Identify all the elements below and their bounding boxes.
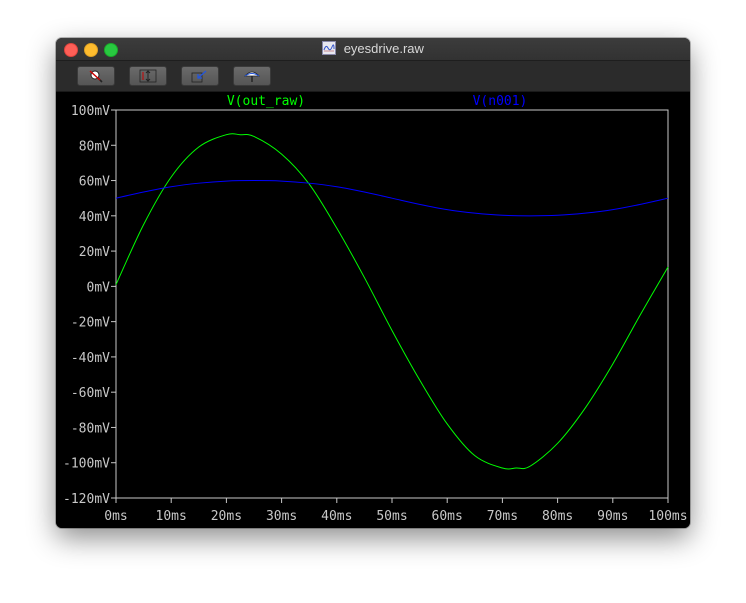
trace-label: V(out_raw) [227,94,305,109]
x-tick-label: 100ms [648,509,687,524]
autorange-y-icon [139,69,157,83]
x-tick-label: 30ms [266,509,297,524]
x-tick-label: 60ms [432,509,463,524]
x-tick-label: 90ms [597,509,628,524]
x-tick-label: 70ms [487,509,518,524]
y-tick-label: -60mV [71,386,110,401]
y-tick-label: -80mV [71,421,110,436]
x-tick-label: 10ms [156,509,187,524]
zoom-cancel-icon [89,70,103,83]
y-tick-label: -120mV [63,492,110,507]
y-tick-label: 100mV [71,104,110,119]
y-tick-label: 0mV [87,280,111,295]
toolbar [56,61,690,92]
title-bar[interactable]: eyesdrive.raw [56,38,690,61]
x-tick-label: 40ms [321,509,352,524]
y-tick-label: 40mV [79,210,110,225]
x-tick-label: 50ms [376,509,407,524]
waveform-plot[interactable]: 100mV 80mV 60mV 40mV 20mV 0mV -20mV -40mV -60mV -… [56,92,690,528]
y-tick-label: 60mV [79,175,110,190]
x-tick-label: 20ms [211,509,242,524]
y-tick-label: 20mV [79,245,110,260]
y-tick-label: 80mV [79,139,110,154]
autorange-y-button[interactable] [129,66,167,86]
trace-v-n001 [115,180,669,217]
pick-trace-icon [244,71,260,82]
trace-v-out-raw [115,133,669,470]
zoom-back-icon [191,70,207,83]
trace-label: V(n001) [473,94,528,109]
zoom-back-button[interactable] [181,66,219,86]
pick-trace-button[interactable] [233,66,271,86]
x-tick-label: 80ms [542,509,573,524]
y-tick-label: -40mV [71,351,110,366]
window-title: eyesdrive.raw [343,41,424,56]
waveform-window: eyesdrive.raw 100mV 80mV 60mV 40mV 20mV … [56,38,690,528]
plot-frame [115,109,669,499]
window-title-group: eyesdrive.raw [56,41,690,56]
waveform-chart[interactable]: 100mV 80mV 60mV 40mV 20mV 0mV -20mV -40mV -60mV -… [56,92,690,528]
y-tick-label: -100mV [63,457,110,472]
x-tick-label: 0ms [104,509,127,524]
zoom-cancel-button[interactable] [77,66,115,86]
waveform-file-icon [322,41,337,55]
y-tick-label: -20mV [71,316,110,331]
